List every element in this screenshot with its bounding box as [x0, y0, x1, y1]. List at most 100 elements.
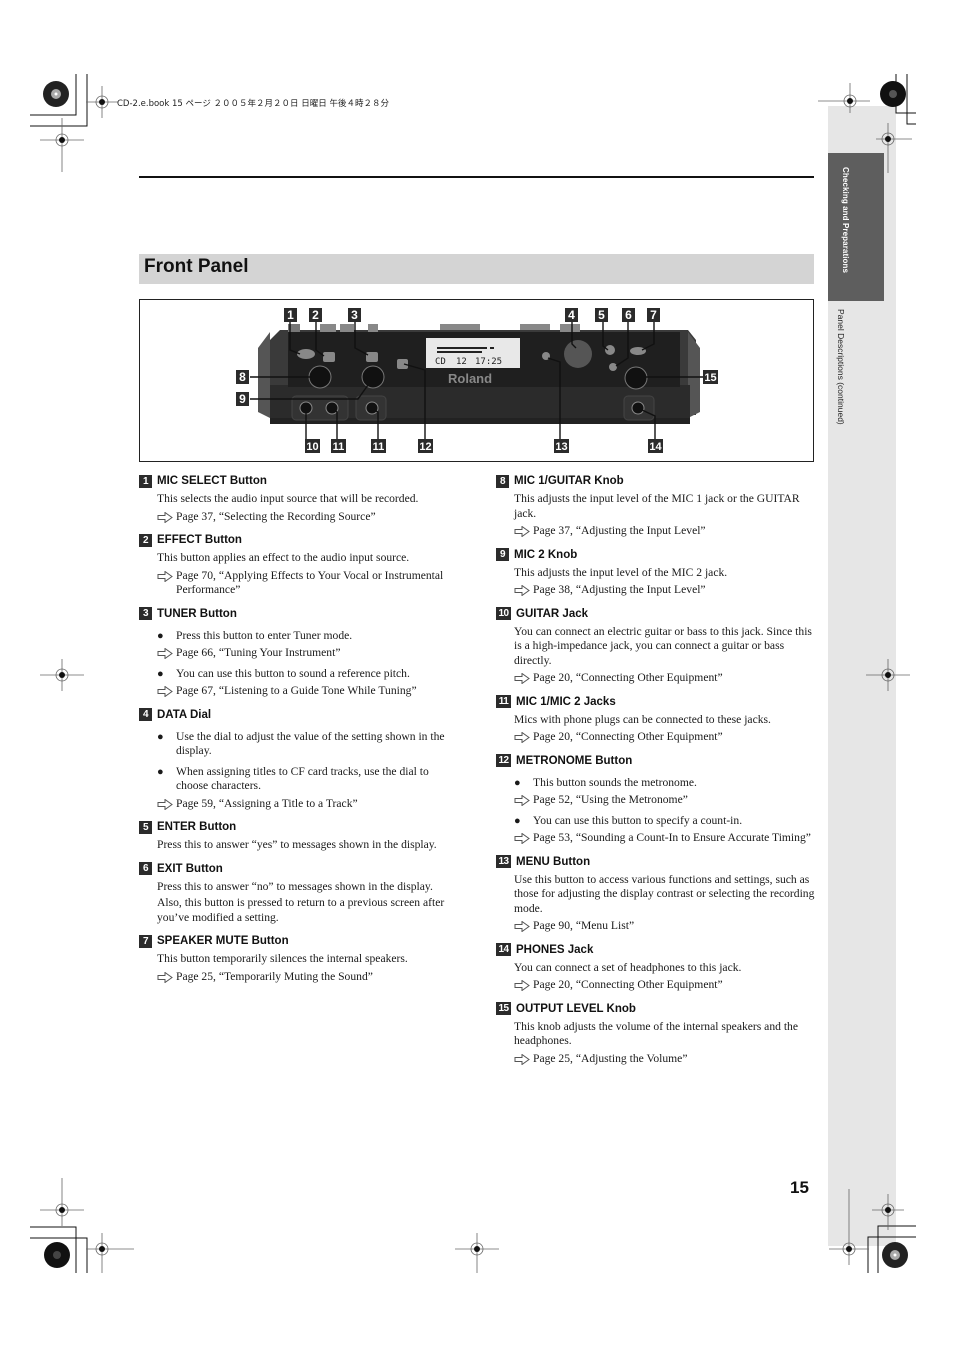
svg-text:10: 10	[306, 441, 318, 453]
panel-item-2: 2 EFFECT Button This button applies an e…	[139, 531, 459, 598]
callout-8: 8	[236, 370, 249, 384]
svg-text:4: 4	[568, 308, 575, 322]
callout-9: 9	[236, 392, 249, 406]
callout-13: 13	[554, 439, 569, 453]
page-reference-text[interactable]: Page 53, “Sounding a Count-In to Ensure …	[533, 831, 811, 846]
panel-item-13: 13 MENU Button Use this button to access…	[496, 853, 816, 934]
section-title: Front Panel	[144, 256, 249, 277]
page-reference-text[interactable]: Page 52, “Using the Metronome”	[533, 793, 688, 808]
item-number-badge: 6	[139, 862, 152, 875]
description-text: You can connect an electric guitar or ba…	[514, 624, 812, 667]
description-text: This selects the audio input source that…	[157, 492, 419, 505]
arrow-icon	[514, 524, 533, 539]
page-reference-text[interactable]: Page 66, “Tuning Your Instrument”	[176, 646, 340, 661]
arrow-icon	[157, 569, 176, 598]
page-reference-text[interactable]: Page 37, “Adjusting the Input Level”	[533, 524, 706, 539]
items-column-left: 1 MIC SELECT Button This selects the aud…	[139, 472, 459, 991]
item-title: OUTPUT LEVEL Knob	[516, 1002, 636, 1015]
svg-text:12: 12	[419, 441, 431, 453]
bullet-text: When assigning titles to CF card tracks,…	[176, 764, 429, 793]
item-title: ENTER Button	[157, 821, 237, 833]
callout-4: 4	[565, 308, 578, 322]
item-number-badge: 13	[496, 855, 511, 868]
arrow-icon	[514, 793, 533, 808]
page-reference[interactable]: Page 90, “Menu List”	[514, 919, 816, 934]
bullet-item: ● Press this button to enter Tuner mode.	[157, 629, 459, 644]
description-text: This button temporarily silences the int…	[157, 952, 408, 965]
arrow-icon	[514, 583, 533, 598]
item-title: GUITAR Jack	[516, 607, 589, 620]
lcd-track: 12	[456, 357, 467, 367]
bullet-text: You can use this button to sound a refer…	[176, 666, 410, 680]
page-reference-text[interactable]: Page 25, “Temporarily Muting the Sound”	[176, 970, 373, 985]
page-reference[interactable]: Page 52, “Using the Metronome”	[514, 793, 816, 808]
item-number-badge: 4	[139, 708, 152, 721]
mic2-jack	[365, 401, 379, 415]
page-reference[interactable]: Page 37, “Adjusting the Input Level”	[514, 524, 816, 539]
item-number-badge: 12	[496, 754, 511, 767]
page-reference[interactable]: Page 25, “Adjusting the Volume”	[514, 1052, 816, 1067]
item-number-badge: 2	[139, 533, 152, 547]
item-title: SPEAKER MUTE Button	[157, 935, 289, 947]
arrow-icon	[514, 1052, 533, 1067]
bullet-item: ● Use the dial to adjust the value of the…	[157, 730, 459, 759]
data-dial	[564, 340, 592, 368]
page-reference-text[interactable]: Page 67, “Listening to a Guide Tone Whil…	[176, 684, 417, 699]
page-reference-arrow-icon	[514, 980, 530, 991]
page-reference[interactable]: Page 67, “Listening to a Guide Tone Whil…	[157, 684, 459, 699]
panel-item-5: 5 ENTER Button Press this to answer “yes…	[139, 818, 459, 853]
description-text: Also, this button is pressed to return t…	[157, 896, 445, 924]
page-reference-text[interactable]: Page 20, “Connecting Other Equipment”	[533, 671, 723, 686]
bullet-text: Press this button to enter Tuner mode.	[176, 628, 353, 642]
page-reference-text[interactable]: Page 90, “Menu List”	[533, 919, 634, 934]
item-number-badge: 10	[496, 607, 511, 620]
svg-text:8: 8	[239, 370, 246, 384]
item-title: EFFECT Button	[157, 534, 242, 546]
panel-item-14: 14 PHONES Jack You can connect a set of …	[496, 941, 816, 993]
svg-text:1: 1	[287, 308, 294, 322]
panel-item-1: 1 MIC SELECT Button This selects the aud…	[139, 472, 459, 524]
svg-text:6: 6	[625, 308, 632, 322]
item-number-badge: 1	[139, 474, 152, 488]
page-reference[interactable]: Page 20, “Connecting Other Equipment”	[514, 978, 816, 993]
page-reference[interactable]: Page 20, “Connecting Other Equipment”	[514, 671, 816, 686]
callout-2: 2	[309, 308, 322, 322]
page-reference-text[interactable]: Page 70, “Applying Effects to Your Vocal…	[176, 569, 459, 598]
page-reference[interactable]: Page 38, “Adjusting the Input Level”	[514, 583, 816, 598]
page-reference[interactable]: Page 70, “Applying Effects to Your Vocal…	[157, 569, 459, 598]
callout-11a: 11	[331, 439, 346, 453]
page-reference[interactable]: Page 37, “Selecting the Recording Source…	[157, 510, 459, 525]
page-reference-text[interactable]: Page 38, “Adjusting the Input Level”	[533, 583, 706, 598]
chapter-tab-label: Checking and Preparations	[841, 167, 850, 274]
print-header: CD-2.e.book 15 ページ ２００５年２月２０日 日曜日 午後４時２８…	[117, 99, 389, 109]
bullet-text: You can use this button to specify a cou…	[533, 813, 743, 827]
page-reference-text[interactable]: Page 37, “Selecting the Recording Source…	[176, 510, 376, 525]
page-reference[interactable]: Page 25, “Temporarily Muting the Sound”	[157, 970, 459, 985]
panel-item-3: 3 TUNER Button ● Press this button to ent…	[139, 605, 459, 699]
page-reference-arrow-icon	[514, 673, 530, 684]
arrow-icon	[514, 831, 533, 846]
lcd-time: 17:25	[475, 357, 502, 367]
item-title: MIC 2 Knob	[514, 548, 578, 561]
panel-item-7: 7 SPEAKER MUTE Button This button tempor…	[139, 932, 459, 984]
page-reference-text[interactable]: Page 59, “Assigning a Title to a Track”	[176, 797, 358, 812]
svg-text:3: 3	[351, 308, 358, 322]
item-title: TUNER Button	[157, 607, 237, 620]
page-reference-text[interactable]: Page 20, “Connecting Other Equipment”	[533, 730, 723, 745]
page-reference[interactable]: Page 66, “Tuning Your Instrument”	[157, 646, 459, 661]
phones-jack	[631, 401, 645, 415]
mic2-knob	[361, 365, 385, 389]
page-reference[interactable]: Page 59, “Assigning a Title to a Track”	[157, 797, 459, 812]
panel-item-6: 6 EXIT Button Press this to answer “no” …	[139, 860, 459, 926]
page-reference[interactable]: Page 20, “Connecting Other Equipment”	[514, 730, 816, 745]
item-title: METRONOME Button	[516, 754, 633, 767]
page-reference-text[interactable]: Page 25, “Adjusting the Volume”	[533, 1052, 687, 1067]
svg-text:11: 11	[373, 441, 385, 453]
page-reference[interactable]: Page 53, “Sounding a Count-In to Ensure …	[514, 831, 816, 846]
brand-logo: Roland	[448, 371, 492, 386]
callout-11b: 11	[371, 439, 386, 453]
page-reference-text[interactable]: Page 20, “Connecting Other Equipment”	[533, 978, 723, 993]
description-text: This adjusts the input level of the MIC …	[514, 565, 728, 579]
bullet-item: ● This button sounds the metronome.	[514, 776, 816, 791]
arrow-icon	[157, 510, 176, 525]
